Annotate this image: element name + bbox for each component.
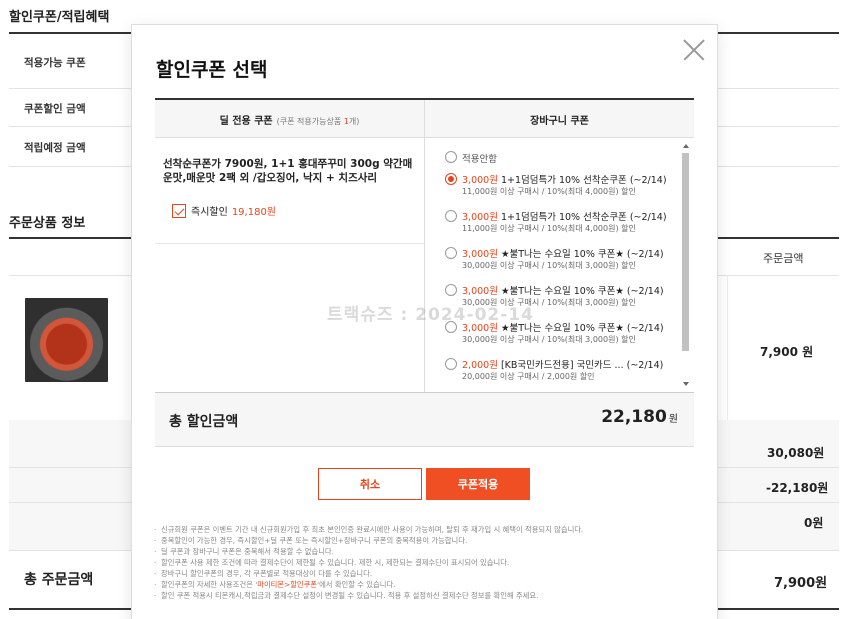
header-cart-coupon: 장바구니 쿠폰 [530,116,589,127]
total-discount-bar: 총 할인금액 22,180 원 [155,392,694,447]
total-discount-value: 22,180 원 [601,407,678,427]
coupon-condition: 30,000원 이상 구매시 / 10%(최대 3,000원) 할인 [462,261,636,270]
radio-selected-icon[interactable] [445,173,457,185]
notes-list: 신규회원 쿠폰은 이벤트 기간 내 신규회원가입 후 최초 본인인증 완료시에만… [154,524,694,601]
column-divider [424,100,425,394]
note-text: '에서 확인할 수 있습니다. [317,580,396,589]
coupon-title: 3,000원 1+1덤덤특가 10% 선착순쿠폰 (~2/14) [462,172,667,186]
total-discount-label: 총 할인금액 [169,414,239,430]
total-order-value: 7,900원 [774,576,828,591]
coupon-table: 딜 전용 쿠폰 (쿠폰 적용가능상품 1개) 장바구니 쿠폰 선착순쿠폰가 790… [155,98,694,394]
coupon-title: 3,000원 1+1덤덤특가 10% 선착순쿠폰 (~2/14) [462,209,667,223]
coupon-price: 3,000원 [462,286,498,297]
coupon-select-modal: 할인쿠폰 선택 딜 전용 쿠폰 (쿠폰 적용가능상품 1개) 장바구니 쿠폰 선착… [132,25,717,619]
note-item: 딜 쿠폰과 장바구니 쿠폰은 중복해서 적용할 수 없습니다. [154,546,694,557]
coupon-price: 3,000원 [462,249,498,260]
my-coupon-link[interactable]: 마이티몬>할인쿠폰 [257,580,317,589]
coupon-condition: 11,000원 이상 구매시 / 10%(최대 4,000원) 할인 [462,187,636,196]
note-text: 할인쿠폰의 자세한 사용조건은 ' [161,580,258,589]
cancel-button[interactable]: 취소 [318,468,422,500]
total-order-label: 총 주문금액 [24,572,94,588]
summary-amount-2: -22,180원 [766,481,829,495]
summary-amount-3: 0원 [804,516,824,530]
note-item: 할인쿠폰의 자세한 사용조건은 '마이티몬>할인쿠폰'에서 확인할 수 있습니다… [154,579,694,590]
coupon-name: ★불T나는 수요일 10% 쿠폰★ (~2/14) [500,323,664,334]
coupon-price: 2,000원 [462,360,498,371]
column-header-order-amount: 주문금액 [763,252,804,265]
instant-discount-checkbox[interactable]: 즉시할인 19,180원 [172,203,276,218]
instant-discount-amount: 19,180원 [231,207,277,218]
coupon-name: 적용안함 [462,154,497,165]
scroll-thumb[interactable] [682,153,689,351]
apply-coupon-button[interactable]: 쿠폰적용 [426,468,530,500]
total-discount-amount: 22,180 [601,407,667,427]
coupon-name: 1+1덤덤특가 10% 선착순쿠폰 (~2/14) [500,212,667,223]
product-price: 7,900 원 [760,345,814,359]
total-discount-unit: 원 [668,414,678,425]
instant-discount-label: 즉시할인 [191,207,228,218]
product-thumbnail[interactable] [25,298,108,382]
radio-icon[interactable] [445,321,457,333]
note-item: 할인 쿠폰 적용시 티몬캐시,적립금과 결제수단 설정이 변경될 수 있습니다.… [154,590,694,601]
row-label-available-coupons: 적용가능 쿠폰 [24,57,86,69]
coupon-name: ★불T나는 수요일 10% 쿠폰★ (~2/14) [500,249,664,260]
note-item: 할인쿠폰 사용 제한 조건에 따라 결제수단이 제한될 수 있습니다. 제한 시… [154,557,694,568]
coupon-title: 3,000원 ★불T나는 수요일 10% 쿠폰★ (~2/14) [462,246,664,260]
row-label-coupon-discount: 쿠폰할인 금액 [24,103,86,115]
coupon-condition: 20,000원 이상 구매시 / 2,000원 할인 [462,372,595,381]
deal-product-title: 선착순쿠폰가 7900원, 1+1 홍대쭈꾸미 300g 약간매운맛,매운맛 2… [163,158,413,184]
scroll-up-arrow-icon[interactable] [683,144,689,148]
section-title-coupons: 할인쿠폰/적립혜택 [9,10,110,25]
header-deal-coupon: 딜 전용 쿠폰 (쿠폰 적용가능상품 1개) [155,112,424,127]
coupon-price: 3,000원 [462,212,498,223]
coupon-list-scrollbar[interactable] [681,140,690,392]
radio-icon[interactable] [445,284,457,296]
note-item: 신규회원 쿠폰은 이벤트 기간 내 신규회원가입 후 최초 본인인증 완료시에만… [154,524,694,535]
radio-icon[interactable] [445,210,457,222]
coupon-price: 3,000원 [462,175,498,186]
header-deal-coupon-note: (쿠폰 적용가능상품 1개) [277,117,360,126]
coupon-condition: 11,000원 이상 구매시 / 10%(최대 4,000원) 할인 [462,224,636,233]
note-item: 중복할인이 가능한 경우, 즉시할인+딜 쿠폰 또는 즉시할인+장바구니 쿠폰의… [154,535,694,546]
coupon-name: ★불T나는 수요일 10% 쿠폰★ (~2/14) [500,286,664,297]
coupon-name: [KB국민카드전용] 국민카드 ... (~2/14) [500,360,664,371]
summary-amount-1: 30,080원 [767,446,825,460]
note-prefix: (쿠폰 적용가능상품 [276,117,344,126]
close-icon[interactable] [683,39,705,61]
scroll-down-arrow-icon[interactable] [683,382,689,386]
checkbox-checked-icon[interactable] [172,203,186,218]
coupon-title: 2,000원 [KB국민카드전용] 국민카드 ... (~2/14) [462,357,663,371]
column-separator [727,275,728,420]
header-deal-coupon-label: 딜 전용 쿠폰 [219,116,273,127]
coupon-name: 1+1덤덤특가 10% 선착순쿠폰 (~2/14) [500,175,667,186]
coupon-title: 3,000원 ★불T나는 수요일 10% 쿠폰★ (~2/14) [462,320,664,334]
coupon-condition: 30,000원 이상 구매시 / 10%(최대 3,000원) 할인 [462,298,636,307]
radio-icon[interactable] [445,247,457,259]
radio-icon[interactable] [445,358,457,370]
radio-icon[interactable] [445,151,457,163]
note-item: 장바구니 할인쿠폰의 경우, 각 쿠폰별로 적용대상이 다를 수 있습니다. [154,568,694,579]
note-suffix: 개) [348,117,360,126]
row-label-expected-points: 적립예정 금액 [24,142,86,154]
coupon-condition: 30,000원 이상 구매시 / 10%(최대 3,000원) 할인 [462,335,636,344]
modal-title: 할인쿠폰 선택 [156,59,268,81]
coupon-price: 3,000원 [462,323,498,334]
section-title-products: 주문상품 정보 [9,216,86,231]
divider [155,243,424,244]
coupon-title: 3,000원 ★불T나는 수요일 10% 쿠폰★ (~2/14) [462,283,664,297]
